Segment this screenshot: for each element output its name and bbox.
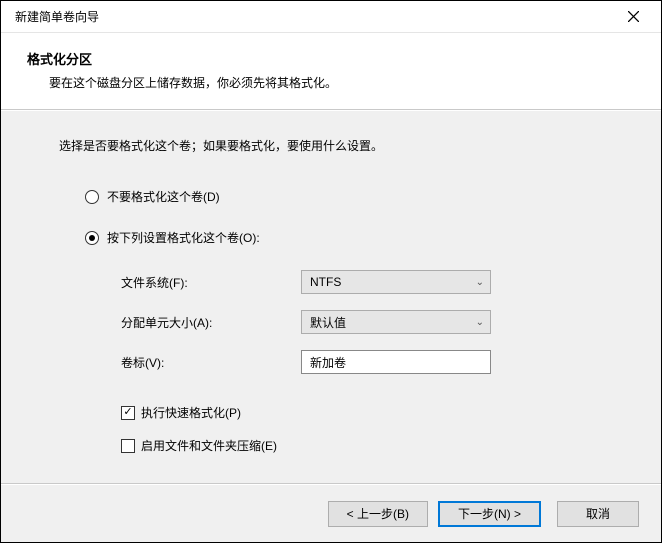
footer: < 上一步(B) 下一步(N) > 取消 [1, 484, 661, 542]
cancel-button[interactable]: 取消 [557, 501, 639, 527]
filesystem-row: 文件系统(F): NTFS ⌄ [121, 270, 603, 294]
filesystem-label: 文件系统(F): [121, 274, 301, 291]
allocation-select[interactable]: 默认值 ⌄ [301, 310, 491, 334]
close-icon [628, 11, 639, 22]
wizard-window: 新建简单卷向导 格式化分区 要在这个磁盘分区上储存数据，你必须先将其格式化。 选… [0, 0, 662, 543]
body-area: 选择是否要格式化这个卷；如果要格式化，要使用什么设置。 不要格式化这个卷(D) … [1, 110, 661, 484]
radio-icon [85, 231, 99, 245]
page-subtitle: 要在这个磁盘分区上储存数据，你必须先将其格式化。 [49, 74, 635, 91]
chevron-down-icon: ⌄ [476, 277, 484, 288]
volume-label-label: 卷标(V): [121, 354, 301, 371]
checkbox-icon [121, 439, 135, 453]
allocation-row: 分配单元大小(A): 默认值 ⌄ [121, 310, 603, 334]
radio-no-format-label: 不要格式化这个卷(D) [107, 188, 220, 205]
radio-format-label: 按下列设置格式化这个卷(O): [107, 229, 260, 246]
radio-format[interactable]: 按下列设置格式化这个卷(O): [85, 229, 603, 246]
volume-label-value: 新加卷 [310, 354, 346, 371]
chevron-down-icon: ⌄ [476, 317, 484, 328]
window-title: 新建简单卷向导 [15, 8, 613, 25]
back-button[interactable]: < 上一步(B) [328, 501, 428, 527]
compress-checkbox[interactable]: 启用文件和文件夹压缩(E) [121, 437, 603, 454]
volume-label-input[interactable]: 新加卷 [301, 350, 491, 374]
filesystem-value: NTFS [310, 275, 341, 289]
close-button[interactable] [613, 1, 653, 32]
filesystem-select[interactable]: NTFS ⌄ [301, 270, 491, 294]
volume-label-row: 卷标(V): 新加卷 [121, 350, 603, 374]
quick-format-label: 执行快速格式化(P) [141, 404, 241, 421]
radio-icon [85, 190, 99, 204]
allocation-label: 分配单元大小(A): [121, 314, 301, 331]
titlebar: 新建简单卷向导 [1, 1, 661, 33]
next-button[interactable]: 下一步(N) > [438, 501, 541, 527]
page-title: 格式化分区 [27, 49, 635, 68]
quick-format-checkbox[interactable]: 执行快速格式化(P) [121, 404, 603, 421]
allocation-value: 默认值 [310, 314, 346, 331]
header-area: 格式化分区 要在这个磁盘分区上储存数据，你必须先将其格式化。 [1, 33, 661, 110]
instruction-text: 选择是否要格式化这个卷；如果要格式化，要使用什么设置。 [59, 137, 603, 154]
checkbox-icon [121, 406, 135, 420]
format-options: 文件系统(F): NTFS ⌄ 分配单元大小(A): 默认值 ⌄ 卷标(V): … [121, 270, 603, 374]
radio-no-format[interactable]: 不要格式化这个卷(D) [85, 188, 603, 205]
compress-label: 启用文件和文件夹压缩(E) [141, 437, 277, 454]
